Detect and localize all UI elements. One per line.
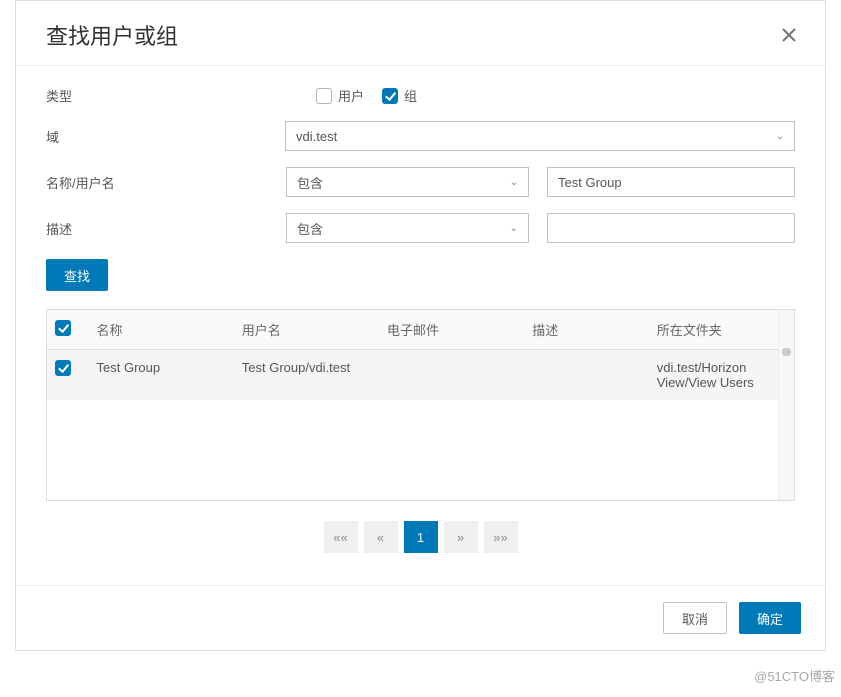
domain-select[interactable]: vdi.test ⌄ bbox=[285, 121, 795, 151]
search-button-row: 查找 bbox=[46, 259, 795, 291]
chevron-down-icon: ⌄ bbox=[776, 131, 784, 142]
group-checkbox-label: 组 bbox=[404, 86, 417, 105]
ok-button[interactable]: 确定 bbox=[739, 602, 801, 634]
domain-select-value: vdi.test bbox=[296, 129, 337, 144]
watermark-text: @51CTO博客 bbox=[754, 666, 835, 685]
header-name[interactable]: 名称 bbox=[89, 310, 234, 350]
close-icon[interactable] bbox=[777, 23, 801, 47]
cell-username: Test Group/vdi.test bbox=[234, 350, 379, 401]
desc-input[interactable] bbox=[547, 213, 795, 243]
header-desc[interactable]: 描述 bbox=[524, 310, 649, 350]
results-table-wrap: 名称 用户名 电子邮件 描述 所在文件夹 Test Group Test Gro… bbox=[46, 309, 795, 501]
desc-operator-select[interactable]: 包含 ⌄ bbox=[286, 213, 529, 243]
header-username[interactable]: 用户名 bbox=[234, 310, 379, 350]
dialog-body: 类型 用户 组 域 vdi.test ⌄ 名 bbox=[16, 66, 825, 585]
desc-operator-value: 包含 bbox=[297, 219, 323, 238]
page-1[interactable]: 1 bbox=[404, 521, 438, 553]
search-button[interactable]: 查找 bbox=[46, 259, 108, 291]
domain-label: 域 bbox=[46, 127, 285, 146]
dialog-footer: 取消 确定 bbox=[16, 585, 825, 650]
name-input[interactable] bbox=[547, 167, 795, 197]
checkbox-icon bbox=[382, 88, 398, 104]
table-row[interactable]: Test Group Test Group/vdi.test vdi.test/… bbox=[47, 350, 794, 401]
pagination: «« « 1 » »» bbox=[46, 501, 795, 575]
user-checkbox-label: 用户 bbox=[338, 86, 364, 105]
desc-label: 描述 bbox=[46, 219, 286, 238]
type-label: 类型 bbox=[46, 86, 316, 105]
header-checkbox-cell bbox=[47, 310, 89, 350]
page-prev[interactable]: « bbox=[364, 521, 398, 553]
cell-email bbox=[379, 350, 524, 401]
header-email[interactable]: 电子邮件 bbox=[379, 310, 524, 350]
cell-desc bbox=[524, 350, 649, 401]
cell-folder: vdi.test/Horizon View/View Users bbox=[649, 350, 794, 401]
page-next[interactable]: » bbox=[444, 521, 478, 553]
name-label: 名称/用户名 bbox=[46, 173, 286, 192]
row-checkbox[interactable] bbox=[55, 360, 71, 376]
chevron-down-icon: ⌄ bbox=[510, 223, 518, 234]
header-folder[interactable]: 所在文件夹 bbox=[649, 310, 794, 350]
dialog-header: 查找用户或组 bbox=[16, 1, 825, 66]
name-operator-value: 包含 bbox=[297, 173, 323, 192]
cell-name: Test Group bbox=[89, 350, 234, 401]
page-last[interactable]: »» bbox=[484, 521, 518, 553]
table-empty-space bbox=[47, 400, 794, 500]
results-table: 名称 用户名 电子邮件 描述 所在文件夹 Test Group Test Gro… bbox=[47, 310, 794, 500]
select-all-checkbox[interactable] bbox=[55, 320, 71, 336]
scrollbar-track[interactable] bbox=[778, 310, 794, 500]
checkbox-icon bbox=[316, 88, 332, 104]
group-checkbox[interactable]: 组 bbox=[382, 86, 417, 105]
row-type: 类型 用户 组 bbox=[46, 86, 795, 105]
row-name: 名称/用户名 包含 ⌄ bbox=[46, 167, 795, 197]
dialog-title: 查找用户或组 bbox=[46, 19, 178, 51]
cancel-button[interactable]: 取消 bbox=[663, 602, 727, 634]
user-checkbox[interactable]: 用户 bbox=[316, 86, 364, 105]
find-user-group-dialog: 查找用户或组 类型 用户 组 域 vdi.test bbox=[15, 0, 826, 651]
page-first[interactable]: «« bbox=[324, 521, 358, 553]
scrollbar-thumb[interactable] bbox=[782, 348, 791, 356]
row-checkbox-cell bbox=[47, 350, 89, 401]
row-desc: 描述 包含 ⌄ bbox=[46, 213, 795, 243]
name-operator-select[interactable]: 包含 ⌄ bbox=[286, 167, 529, 197]
chevron-down-icon: ⌄ bbox=[510, 177, 518, 188]
row-domain: 域 vdi.test ⌄ bbox=[46, 121, 795, 151]
